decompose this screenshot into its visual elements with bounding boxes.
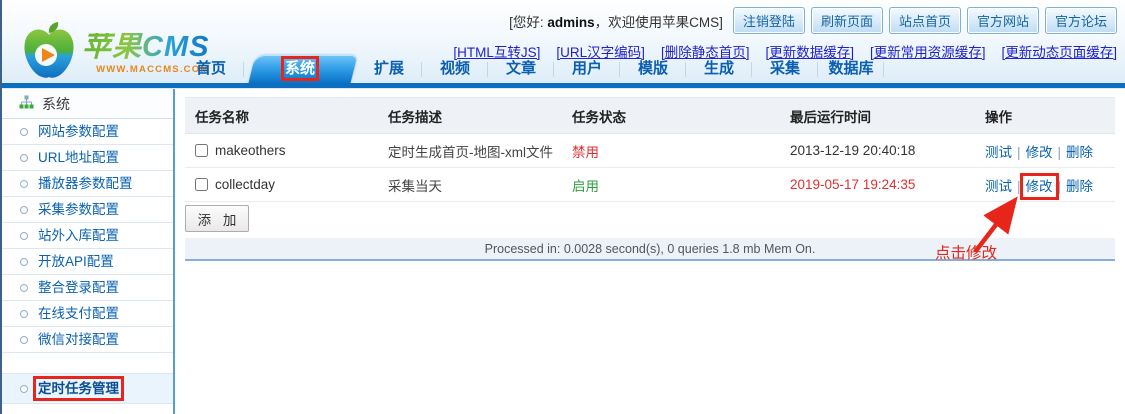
sidebar-item-external-store[interactable]: 站外入库配置 <box>2 223 173 249</box>
processing-footer: Processed in: 0.0028 second(s), 0 querie… <box>185 238 1115 261</box>
sidebar-item-url-config[interactable]: URL地址配置 <box>2 145 173 171</box>
username: admins <box>547 15 594 30</box>
task-name: collectday <box>215 177 275 192</box>
greeting-text: [您好: admins，欢迎使用苹果CMS] <box>509 11 723 31</box>
refresh-page-button[interactable]: 刷新页面 <box>811 7 883 34</box>
tab-article[interactable]: 文章 <box>488 55 554 83</box>
table-header-row: 任务名称 任务描述 任务状态 最后运行时间 操作 <box>185 98 1115 134</box>
tab-video[interactable]: 视频 <box>422 55 488 83</box>
maccms-admin-page: 苹果CMS WWW.MACCMS.COM [您好: admins，欢迎使用苹果C… <box>0 0 1125 414</box>
col-actions: 操作 <box>975 98 1115 134</box>
tab-home[interactable]: 首页 <box>178 55 244 83</box>
apple-logo-icon <box>22 22 76 85</box>
tab-collect[interactable]: 采集 <box>752 55 818 83</box>
sidebar: 系统 网站参数配置 URL地址配置 播放器参数配置 采集参数配置 站外入库配置 … <box>2 89 175 414</box>
status-badge: 启用 <box>572 179 599 194</box>
nav-bottom-bar <box>2 83 1125 88</box>
scheduled-tasks-red-box: 定时任务管理 <box>38 381 119 396</box>
main-nav: 首页 系统 扩展 视频 文章 用户 模版 生成 采集 数据库 <box>178 55 884 83</box>
header-top-right: [您好: admins，欢迎使用苹果CMS] 注销登陆 刷新页面 站点首页 官方… <box>453 7 1117 61</box>
sidebar-item-scheduled-tasks[interactable]: 定时任务管理 <box>2 374 173 404</box>
col-task-status: 任务状态 <box>562 98 780 134</box>
last-run-time: 2013-12-19 20:40:18 <box>790 143 915 158</box>
task-description: 定时生成首页-地图-xml文件 <box>378 134 562 168</box>
tab-template[interactable]: 模版 <box>620 55 686 83</box>
official-forum-button[interactable]: 官方论坛 <box>1045 7 1117 34</box>
task-table: 任务名称 任务描述 任务状态 最后运行时间 操作 makeothers 定时生成… <box>185 97 1115 202</box>
table-row-makeothers: makeothers 定时生成首页-地图-xml文件 禁用 2013-12-19… <box>185 134 1115 168</box>
sidebar-item-wechat[interactable]: 微信对接配置 <box>2 327 173 353</box>
sidebar-item-online-payment[interactable]: 在线支付配置 <box>2 301 173 327</box>
logout-button[interactable]: 注销登陆 <box>733 7 805 34</box>
add-task-button[interactable]: 添 加 <box>185 205 249 232</box>
tab-database[interactable]: 数据库 <box>818 55 884 83</box>
task-description: 采集当天 <box>378 168 562 202</box>
delete-link[interactable]: 删除 <box>1066 179 1093 194</box>
tab-extension[interactable]: 扩展 <box>356 55 422 83</box>
header: 苹果CMS WWW.MACCMS.COM [您好: admins，欢迎使用苹果C… <box>2 0 1125 88</box>
col-last-run-time: 最后运行时间 <box>780 98 975 134</box>
row-checkbox[interactable] <box>195 144 208 157</box>
sidebar-item-site-params[interactable]: 网站参数配置 <box>2 119 173 145</box>
edit-link-highlighted[interactable]: 修改 <box>1026 179 1053 194</box>
sidebar-section-header: 系统 <box>2 89 173 119</box>
col-task-name: 任务名称 <box>185 98 378 134</box>
link-update-resource-cache[interactable]: [更新常用资源缓存] <box>870 41 986 61</box>
table-row-collectday: collectday 采集当天 启用 2019-05-17 19:24:35 测… <box>185 168 1115 202</box>
delete-link[interactable]: 删除 <box>1066 145 1093 160</box>
col-task-description: 任务描述 <box>378 98 562 134</box>
sidebar-item-collect-params[interactable]: 采集参数配置 <box>2 197 173 223</box>
link-update-dynamic-cache[interactable]: [更新动态页面缓存] <box>1001 41 1117 61</box>
tab-user[interactable]: 用户 <box>554 55 620 83</box>
test-link[interactable]: 测试 <box>985 145 1012 160</box>
status-badge: 禁用 <box>572 145 599 160</box>
test-link[interactable]: 测试 <box>985 179 1012 194</box>
sidebar-spacer <box>2 353 173 374</box>
tab-system-label-red-box: 系统 <box>285 60 315 77</box>
tab-generate[interactable]: 生成 <box>686 55 752 83</box>
sitemap-icon <box>19 95 34 113</box>
sidebar-menu: 网站参数配置 URL地址配置 播放器参数配置 采集参数配置 站外入库配置 开放A… <box>2 119 173 353</box>
tab-system[interactable]: 系统 <box>244 55 356 83</box>
official-site-button[interactable]: 官方网站 <box>967 7 1039 34</box>
sidebar-section-title: 系统 <box>42 94 70 114</box>
sidebar-item-player-params[interactable]: 播放器参数配置 <box>2 171 173 197</box>
edit-link[interactable]: 修改 <box>1026 145 1053 160</box>
site-home-button[interactable]: 站点首页 <box>889 7 961 34</box>
last-run-time: 2019-05-17 19:24:35 <box>790 177 915 192</box>
main-content: 任务名称 任务描述 任务状态 最后运行时间 操作 makeothers 定时生成… <box>175 89 1125 414</box>
sidebar-item-open-api[interactable]: 开放API配置 <box>2 249 173 275</box>
sidebar-item-integrated-login[interactable]: 整合登录配置 <box>2 275 173 301</box>
row-checkbox[interactable] <box>195 178 208 191</box>
task-name: makeothers <box>215 143 286 158</box>
